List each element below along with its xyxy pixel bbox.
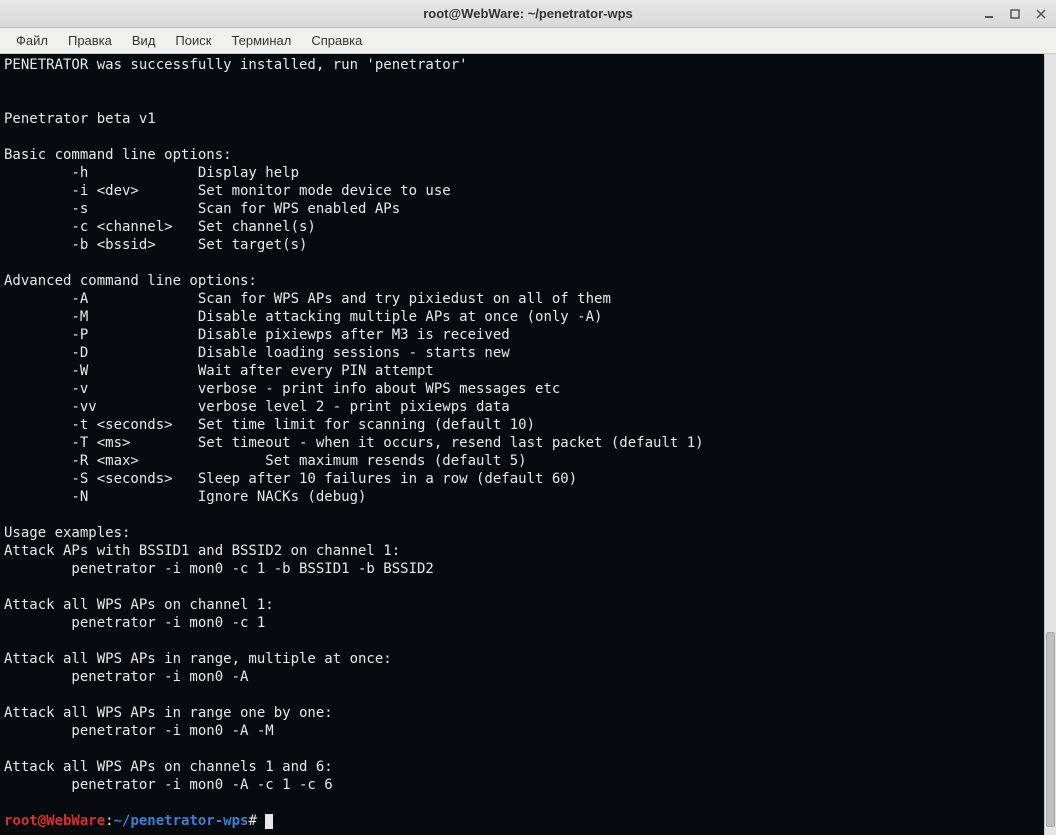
menu-file[interactable]: Файл <box>8 31 56 50</box>
window-controls <box>980 5 1050 23</box>
output-line: -D Disable loading sessions - starts new <box>4 345 510 361</box>
window-title: root@WebWare: ~/penetrator-wps <box>423 6 633 21</box>
output-line: penetrator -i mon0 -A <box>4 669 248 685</box>
maximize-button[interactable] <box>1006 5 1024 23</box>
scrollbar-track[interactable] <box>1045 54 1056 835</box>
output-line: Usage examples: <box>4 525 130 541</box>
terminal-container: PENETRATOR was successfully installed, r… <box>0 54 1056 835</box>
output-line: Attack all WPS APs on channels 1 and 6: <box>4 759 333 775</box>
prompt-colon: : <box>105 813 113 829</box>
menu-bar: Файл Правка Вид Поиск Терминал Справка <box>0 28 1056 54</box>
output-line: penetrator -i mon0 -A -M <box>4 723 274 739</box>
menu-edit[interactable]: Правка <box>60 31 120 50</box>
output-line: -N Ignore NACKs (debug) <box>4 489 366 505</box>
output-line: -i <dev> Set monitor mode device to use <box>4 183 451 199</box>
menu-view[interactable]: Вид <box>124 31 164 50</box>
output-line: -A Scan for WPS APs and try pixiedust on… <box>4 291 611 307</box>
prompt-user: root@WebWare <box>4 813 105 829</box>
output-line: penetrator -i mon0 -A -c 1 -c 6 <box>4 777 333 793</box>
output-line: -s Scan for WPS enabled APs <box>4 201 400 217</box>
prompt-hash: # <box>248 813 265 829</box>
output-line: Advanced command line options: <box>4 273 257 289</box>
prompt-path: ~/penetrator-wps <box>114 813 249 829</box>
output-line: Attack all WPS APs in range, multiple at… <box>4 651 392 667</box>
output-line: -vv verbose level 2 - print pixiewps dat… <box>4 399 510 415</box>
output-line: -h Display help <box>4 165 299 181</box>
menu-search[interactable]: Поиск <box>167 31 219 50</box>
output-line: Penetrator beta v1 <box>4 111 156 127</box>
output-line: -R <max> Set maximum resends (default 5) <box>4 453 527 469</box>
scrollbar-thumb[interactable] <box>1046 632 1055 827</box>
output-line: -M Disable attacking multiple APs at onc… <box>4 309 602 325</box>
menu-terminal[interactable]: Терминал <box>223 31 299 50</box>
menu-help[interactable]: Справка <box>303 31 370 50</box>
close-button[interactable] <box>1032 5 1050 23</box>
terminal-output[interactable]: PENETRATOR was successfully installed, r… <box>0 54 1044 835</box>
output-line: -b <bssid> Set target(s) <box>4 237 307 253</box>
output-line: -c <channel> Set channel(s) <box>4 219 316 235</box>
output-line: Basic command line options: <box>4 147 232 163</box>
output-line: -P Disable pixiewps after M3 is received <box>4 327 510 343</box>
output-line: -t <seconds> Set time limit for scanning… <box>4 417 535 433</box>
terminal-cursor <box>265 814 273 829</box>
window-titlebar: root@WebWare: ~/penetrator-wps <box>0 0 1056 28</box>
output-line: Attack APs with BSSID1 and BSSID2 on cha… <box>4 543 400 559</box>
output-line: -S <seconds> Sleep after 10 failures in … <box>4 471 577 487</box>
output-line: Attack all WPS APs in range one by one: <box>4 705 333 721</box>
output-line: Attack all WPS APs on channel 1: <box>4 597 274 613</box>
minimize-button[interactable] <box>980 5 998 23</box>
output-line: -T <ms> Set timeout - when it occurs, re… <box>4 435 704 451</box>
output-line: -v verbose - print info about WPS messag… <box>4 381 560 397</box>
output-line: penetrator -i mon0 -c 1 -b BSSID1 -b BSS… <box>4 561 434 577</box>
vertical-scrollbar[interactable] <box>1044 54 1056 835</box>
output-line: PENETRATOR was successfully installed, r… <box>4 57 468 73</box>
output-line: -W Wait after every PIN attempt <box>4 363 434 379</box>
output-line: penetrator -i mon0 -c 1 <box>4 615 265 631</box>
